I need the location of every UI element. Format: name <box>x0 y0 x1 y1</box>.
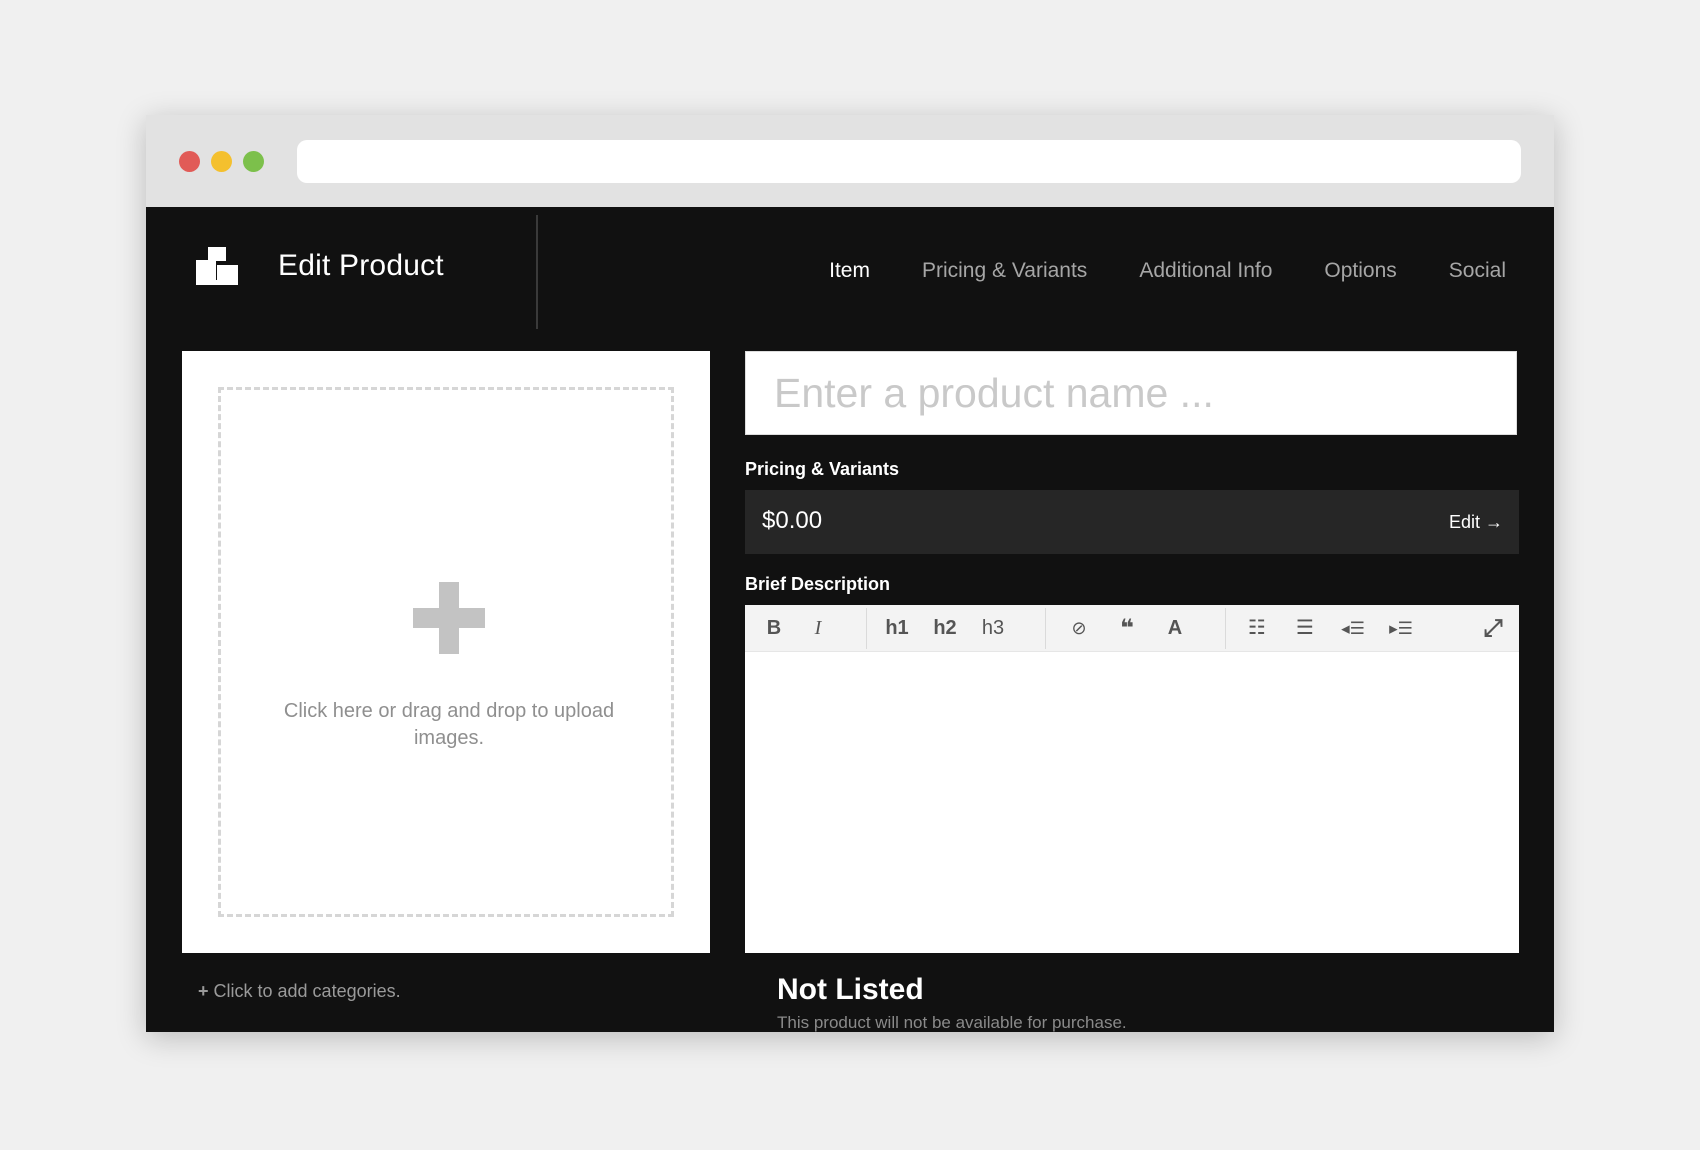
minimize-window-button[interactable] <box>211 151 232 172</box>
unlink-icon[interactable]: ⊘ <box>1058 605 1100 652</box>
tab-options[interactable]: Options <box>1324 259 1396 283</box>
pricing-section-label: Pricing & Variants <box>745 459 900 479</box>
close-window-button[interactable] <box>179 151 200 172</box>
header-divider <box>536 215 538 329</box>
bold-button[interactable]: B <box>753 605 795 652</box>
toolbar-divider <box>866 608 867 649</box>
tab-item[interactable]: Item <box>829 259 870 283</box>
tab-pricing-variants[interactable]: Pricing & Variants <box>922 259 1087 283</box>
bullet-list-icon[interactable]: ☷ <box>1236 605 1278 652</box>
tab-bar: Item Pricing & Variants Additional Info … <box>777 259 1506 283</box>
listing-status-title: Not Listed <box>777 973 924 1006</box>
fullscreen-icon[interactable]: ⤢ <box>1472 605 1514 652</box>
maximize-window-button[interactable] <box>243 151 264 172</box>
toolbar-divider <box>1225 608 1226 649</box>
numbered-list-icon[interactable]: ☰ <box>1284 605 1326 652</box>
upload-instructions: Click here or drag and drop to upload im… <box>283 700 615 749</box>
heading-2-button[interactable]: h2 <box>924 605 966 652</box>
add-categories-label: Click to add categories. <box>213 981 401 1001</box>
small-plus-icon: + <box>198 981 209 1001</box>
address-bar[interactable] <box>297 140 1521 183</box>
heading-3-button[interactable]: h3 <box>972 605 1014 652</box>
product-name-input[interactable] <box>745 351 1517 435</box>
italic-button[interactable]: I <box>797 605 839 652</box>
editor-toolbar: B I h1 h2 h3 ⊘ ❝ A ☷ ☰ ◂☰ ▸☰ ⤢ <box>745 605 1519 652</box>
image-dropzone[interactable]: Click here or drag and drop to upload im… <box>218 387 674 917</box>
price-summary: $0.00 Edit → <box>745 490 1519 554</box>
tab-social[interactable]: Social <box>1449 259 1506 283</box>
outdent-icon[interactable]: ◂☰ <box>1329 605 1377 652</box>
title-bar <box>146 115 1554 207</box>
price-value: $0.00 <box>762 507 823 534</box>
tab-additional-info[interactable]: Additional Info <box>1139 259 1272 283</box>
description-editor: B I h1 h2 h3 ⊘ ❝ A ☷ ☰ ◂☰ ▸☰ ⤢ <box>745 605 1519 953</box>
description-section-label: Brief Description <box>745 574 891 594</box>
listing-status-subtitle: This product will not be available for p… <box>777 1013 1127 1032</box>
browser-window: Edit Product Item Pricing & Variants Add… <box>146 115 1554 1032</box>
add-categories-link[interactable]: + Click to add categories. <box>198 981 401 1002</box>
toolbar-divider <box>1045 608 1046 649</box>
clear-format-icon[interactable]: A <box>1154 605 1196 652</box>
plus-icon <box>413 582 485 654</box>
app-header: Edit Product Item Pricing & Variants Add… <box>146 207 1554 337</box>
heading-1-button[interactable]: h1 <box>876 605 918 652</box>
app-content: Edit Product Item Pricing & Variants Add… <box>146 207 1554 1032</box>
description-text-area[interactable] <box>745 652 1519 953</box>
quote-icon[interactable]: ❝ <box>1106 605 1148 652</box>
edit-pricing-link[interactable]: Edit → <box>1449 512 1503 533</box>
indent-icon[interactable]: ▸☰ <box>1377 605 1425 652</box>
blocks-logo-icon <box>196 247 238 285</box>
page-title: Edit Product <box>278 249 444 282</box>
image-upload-panel: Click here or drag and drop to upload im… <box>182 351 710 953</box>
